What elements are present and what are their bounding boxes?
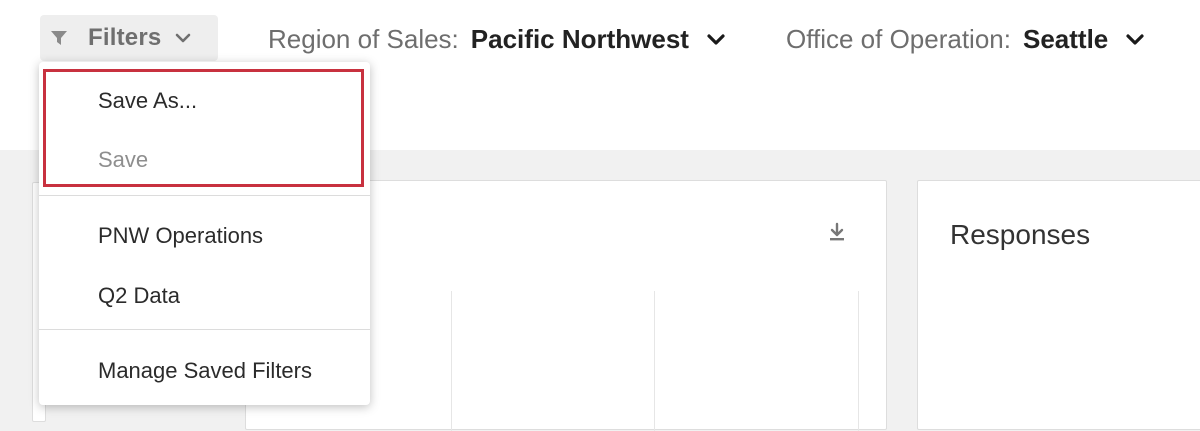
funnel-icon (50, 29, 68, 47)
region-filter-key: Region of Sales: (268, 23, 459, 54)
menu-item-saved-filter[interactable]: Q2 Data (98, 283, 180, 309)
filters-label: Filters (88, 24, 162, 51)
responses-title: Responses (950, 219, 1091, 250)
office-filter-value: Seattle (1022, 23, 1109, 54)
grid-divider (858, 291, 859, 431)
menu-divider (39, 195, 370, 196)
office-filter-key: Office of Operation: (786, 23, 1011, 54)
filters-button[interactable]: Filters (40, 15, 218, 61)
chevron-down-icon (175, 32, 191, 44)
chevron-down-icon (1126, 33, 1144, 46)
menu-divider (39, 329, 370, 330)
responses-card: Responses (917, 180, 1200, 430)
region-filter-dropdown[interactable]: Region of Sales: Pacific Northwest (268, 20, 725, 58)
download-icon[interactable] (826, 221, 848, 243)
region-filter-value: Pacific Northwest (470, 23, 689, 54)
highlight-box (43, 69, 364, 187)
grid-divider (451, 291, 452, 431)
menu-item-save-as[interactable]: Save As... (98, 88, 197, 114)
office-filter-dropdown[interactable]: Office of Operation: Seattle (786, 20, 1144, 58)
menu-item-save[interactable]: Save (98, 147, 148, 173)
menu-item-manage-saved-filters[interactable]: Manage Saved Filters (98, 358, 312, 384)
filters-dropdown-menu: Save As... Save PNW Operations Q2 Data M… (39, 62, 370, 405)
menu-item-saved-filter[interactable]: PNW Operations (98, 223, 263, 249)
chevron-down-icon (707, 33, 725, 46)
grid-divider (654, 291, 655, 431)
